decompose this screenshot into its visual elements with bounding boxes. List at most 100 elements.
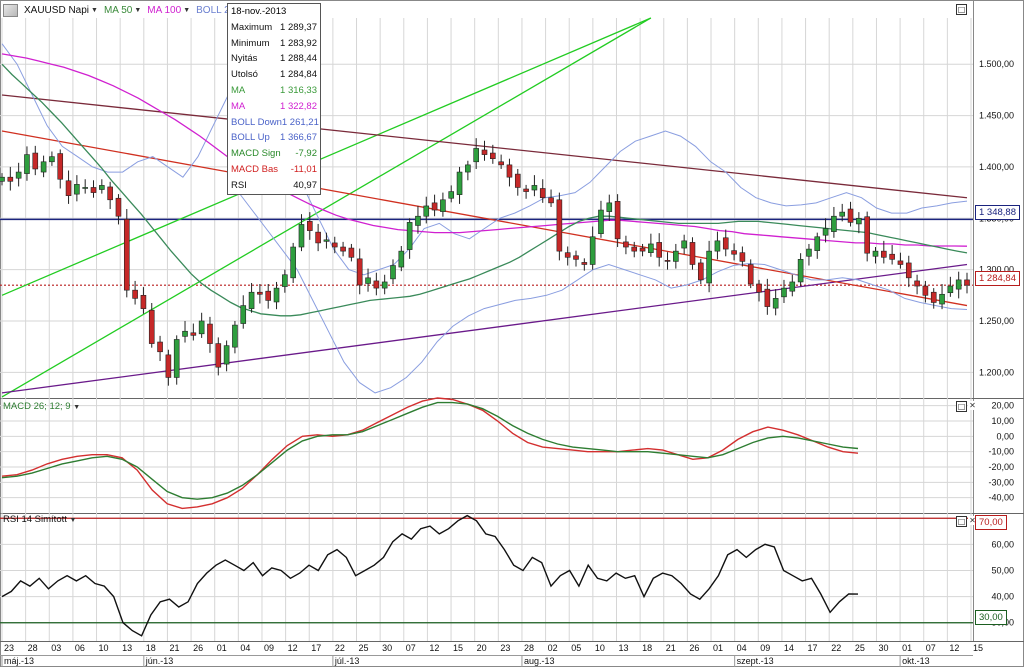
candle-body: [598, 209, 604, 234]
x-day-tick-label: 30: [382, 643, 392, 653]
chevron-down-icon[interactable]: ▼: [91, 7, 98, 14]
info-row-value: 40,97: [293, 179, 317, 191]
candle-body: [789, 281, 796, 292]
maximize-main-pane-icon[interactable]: □: [956, 4, 967, 15]
x-day-tick-label: 04: [737, 643, 747, 653]
y-tick-label: 1.250,00: [979, 316, 1014, 326]
y-tick-label: 20,00: [991, 401, 1014, 411]
candle-body: [548, 197, 554, 204]
candle-body: [756, 283, 762, 293]
info-row-value: 1 261,21: [281, 116, 319, 128]
candle-body: [881, 250, 887, 258]
close-macd-pane-icon[interactable]: ✕: [968, 401, 977, 410]
candle-body: [814, 236, 821, 251]
rsi-pane-title: RSI 14 Simított ▼: [3, 514, 76, 525]
info-row-value: 1 288,44: [280, 53, 317, 65]
rsi-title-label[interactable]: RSI 14 Simított: [3, 514, 67, 525]
candle-body: [290, 246, 296, 279]
x-day-tick-label: 15: [453, 643, 463, 653]
candle-body: [797, 259, 804, 283]
x-day-tick-label: 07: [926, 643, 936, 653]
level-price-badge: 1 348,88: [975, 205, 1020, 220]
maximize-macd-pane-icon[interactable]: □: [956, 401, 967, 412]
candle-body: [556, 199, 563, 252]
info-row: Maximum 1 289,37: [228, 20, 320, 36]
x-day-tick-label: 02: [548, 643, 558, 653]
candle-body: [182, 330, 188, 337]
y-tick-label: 0,00: [996, 431, 1014, 441]
candle-body: [423, 205, 430, 217]
chart-header: XAUUSD Napi ▼ MA 50 ▼ MA 100 ▼ BOLL 20: [3, 3, 235, 17]
candle-body: [148, 309, 155, 344]
candle-body: [107, 186, 113, 201]
chevron-down-icon[interactable]: ▼: [183, 7, 190, 14]
candle-body: [132, 289, 138, 299]
macd-title-label[interactable]: MACD 26; 12; 9: [3, 401, 71, 412]
candle-body: [207, 323, 213, 344]
macd-series-line: [1, 401, 859, 500]
candle-body: [764, 288, 771, 307]
trendline: [1, 17, 652, 296]
info-row-value: 1 289,37: [280, 21, 317, 33]
candle-body: [323, 239, 330, 242]
rsi-series-line: [1, 514, 859, 637]
candle-body: [714, 240, 721, 252]
x-day-tick-label: 23: [4, 643, 14, 653]
info-row-label: Minimum: [231, 37, 270, 49]
candle-body: [190, 332, 197, 336]
candle-body: [706, 250, 712, 284]
candle-body: [232, 324, 238, 348]
candle-body: [406, 222, 413, 250]
candle-body: [298, 224, 305, 248]
y-tick-label: -40,00: [988, 493, 1014, 503]
y-tick-label: -20,00: [988, 462, 1014, 472]
x-day-tick-label: 13: [618, 643, 628, 653]
candle-body: [223, 345, 230, 365]
candle-body: [465, 164, 471, 173]
y-tick-label: 60,00: [991, 539, 1014, 549]
x-day-tick-label: 12: [949, 643, 959, 653]
candle-body: [32, 152, 39, 170]
symbol-icon: [3, 3, 18, 17]
candle-body: [664, 260, 671, 262]
indicator-ma50[interactable]: MA 50: [104, 5, 132, 16]
y-tick-label: 10,00: [991, 416, 1014, 426]
info-rows: Maximum 1 289,37 Minimum 1 283,92 Nyitás 1 28…: [228, 20, 320, 194]
candle-body: [348, 247, 355, 258]
candle-body: [523, 188, 529, 192]
candle-body: [40, 161, 47, 173]
info-row-value: 1 322,82: [280, 100, 317, 112]
chevron-down-icon[interactable]: ▼: [134, 7, 141, 14]
info-row-value: 1 283,92: [280, 37, 317, 49]
candle-body: [307, 221, 313, 231]
candle-body: [356, 258, 363, 286]
candle-body: [215, 343, 222, 368]
info-row-value: 1 316,33: [280, 84, 317, 96]
y-tick-label: 40,00: [991, 592, 1014, 602]
candle-body: [473, 148, 479, 163]
candle-body: [781, 287, 787, 298]
x-day-tick-label: 01: [713, 643, 723, 653]
candle-body: [673, 250, 679, 262]
candle-body: [697, 262, 704, 281]
candle-body: [581, 262, 588, 265]
x-day-tick-label: 26: [193, 643, 203, 653]
maximize-rsi-pane-icon[interactable]: □: [956, 516, 967, 527]
info-row: MA 1 316,33: [228, 83, 320, 99]
candle-body: [90, 187, 97, 193]
x-day-tick-label: 21: [666, 643, 676, 653]
candle-body: [739, 252, 746, 262]
candle-body: [115, 197, 122, 217]
chevron-down-icon[interactable]: ▼: [70, 517, 77, 524]
candle-body: [689, 242, 696, 265]
candle-body: [872, 250, 879, 257]
candle-body: [240, 305, 247, 324]
x-day-tick-label: 13: [122, 643, 132, 653]
data-window: 18-nov.-2013 Maximum 1 289,37 Minimum 1 283…: [227, 3, 321, 195]
symbol-label[interactable]: XAUUSD Napi: [24, 5, 89, 16]
x-day-tick-label: 28: [28, 643, 38, 653]
chevron-down-icon[interactable]: ▼: [73, 404, 80, 411]
candle-body: [490, 152, 496, 160]
indicator-ma100[interactable]: MA 100: [147, 5, 181, 16]
x-day-tick-label: 26: [689, 643, 699, 653]
